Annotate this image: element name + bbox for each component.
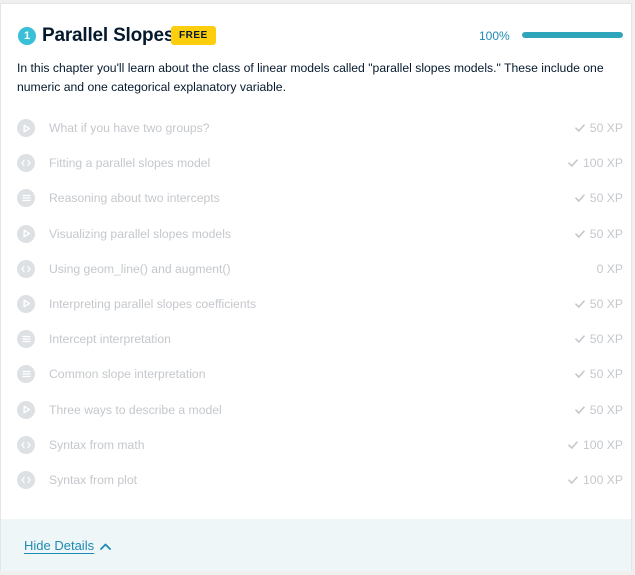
checkmark-icon <box>574 366 585 382</box>
video-icon <box>17 224 35 243</box>
exercise-xp-value: 100 XP <box>583 156 623 171</box>
progress-bar <box>522 32 623 38</box>
exercise-xp: 100 XP <box>568 437 623 453</box>
checkmark-icon <box>574 331 585 347</box>
exercise-xp: 0 XP <box>597 261 623 277</box>
checkmark-icon <box>568 155 578 171</box>
chevron-up-icon <box>100 538 111 553</box>
checkmark-icon <box>568 472 578 488</box>
exercise-item[interactable]: Reasoning about two intercepts 50 XP <box>17 182 623 217</box>
checkmark-icon <box>574 402 585 418</box>
exercise-xp-value: 50 XP <box>589 367 623 382</box>
hide-details-label: Hide Details <box>24 538 95 553</box>
checkmark-icon <box>574 226 585 242</box>
exercise-item[interactable]: Three ways to describe a model 50 XP <box>17 394 623 429</box>
chapter-footer: Hide Details <box>1 519 631 571</box>
checkmark-icon <box>574 296 585 312</box>
progress-percentage: 100% <box>479 29 510 43</box>
exercise-xp: 50 XP <box>574 190 623 206</box>
checkmark-icon <box>574 190 585 206</box>
exercise-item[interactable]: Common slope interpretation 50 XP <box>17 358 623 393</box>
exercise-xp-value: 0 XP <box>596 261 623 276</box>
hide-details-link[interactable]: Hide Details <box>24 538 111 553</box>
exercise-item[interactable]: Interpreting parallel slopes coefficient… <box>17 288 623 323</box>
exercise-xp-value: 50 XP <box>589 226 623 241</box>
code-icon <box>17 154 35 173</box>
exercise-item[interactable]: Syntax from plot 100 XP <box>17 464 623 499</box>
exercise-title[interactable]: Reasoning about two intercepts <box>49 190 220 206</box>
exercise-title[interactable]: Common slope interpretation <box>49 366 206 382</box>
exercise-title[interactable]: Visualizing parallel slopes models <box>49 226 231 242</box>
exercise-title[interactable]: Three ways to describe a model <box>49 402 222 418</box>
video-icon <box>17 400 35 419</box>
exercise-xp: 50 XP <box>574 331 623 347</box>
exercise-xp-value: 50 XP <box>589 191 623 206</box>
multiple-choice-icon <box>17 365 35 384</box>
chapter-card: 1 Parallel Slopes FREE 100% In this chap… <box>0 3 632 571</box>
chapter-description: In this chapter you'll learn about the c… <box>17 61 604 94</box>
exercise-item[interactable]: What if you have two groups? 50 XP <box>17 112 623 147</box>
exercise-list: What if you have two groups? 50 XP Fitting… <box>17 112 623 499</box>
code-icon <box>17 435 35 454</box>
exercise-xp: 50 XP <box>574 402 623 418</box>
exercise-xp: 50 XP <box>574 226 623 242</box>
exercise-xp: 100 XP <box>568 155 623 171</box>
exercise-item[interactable]: Intercept interpretation 50 XP <box>17 323 623 358</box>
exercise-title[interactable]: Interpreting parallel slopes coefficient… <box>49 296 256 312</box>
free-badge: FREE <box>171 26 216 45</box>
exercise-xp: 50 XP <box>574 120 623 136</box>
exercise-title[interactable]: Using geom_line() and augment() <box>49 261 231 277</box>
checkmark-icon <box>574 120 585 136</box>
code-icon <box>17 259 35 278</box>
exercise-xp-value: 50 XP <box>589 121 623 135</box>
exercise-xp: 100 XP <box>568 472 623 488</box>
exercise-xp: 50 XP <box>574 366 623 382</box>
video-icon <box>17 119 35 137</box>
exercise-item[interactable]: Visualizing parallel slopes models 50 XP <box>17 218 623 253</box>
exercise-title[interactable]: Fitting a parallel slopes model <box>49 155 210 171</box>
multiple-choice-icon <box>17 330 35 349</box>
exercise-xp-value: 100 XP <box>583 472 623 487</box>
exercise-xp: 50 XP <box>574 296 623 312</box>
code-icon <box>17 470 35 489</box>
chapter-title[interactable]: Parallel Slopes <box>42 23 174 49</box>
exercise-title[interactable]: Syntax from math <box>49 437 145 453</box>
checkmark-icon <box>568 437 578 453</box>
chapter-header: 1 Parallel Slopes FREE 100% <box>17 23 623 51</box>
multiple-choice-icon <box>17 189 35 208</box>
exercise-xp-value: 100 XP <box>583 437 623 452</box>
progress-bar-fill <box>522 32 623 38</box>
chapter-number-badge: 1 <box>18 27 36 45</box>
exercise-xp-value: 50 XP <box>589 332 623 347</box>
exercise-item[interactable]: Fitting a parallel slopes model 100 XP <box>17 147 623 182</box>
exercise-item[interactable]: Using geom_line() and augment() 0 XP <box>17 253 623 288</box>
video-icon <box>17 294 35 313</box>
exercise-title[interactable]: Intercept interpretation <box>49 331 171 347</box>
exercise-xp-value: 50 XP <box>589 402 623 417</box>
exercise-xp-value: 50 XP <box>589 296 623 311</box>
exercise-title[interactable]: What if you have two groups? <box>49 120 210 136</box>
exercise-item[interactable]: Syntax from math 100 XP <box>17 429 623 464</box>
exercise-title[interactable]: Syntax from plot <box>49 472 137 488</box>
